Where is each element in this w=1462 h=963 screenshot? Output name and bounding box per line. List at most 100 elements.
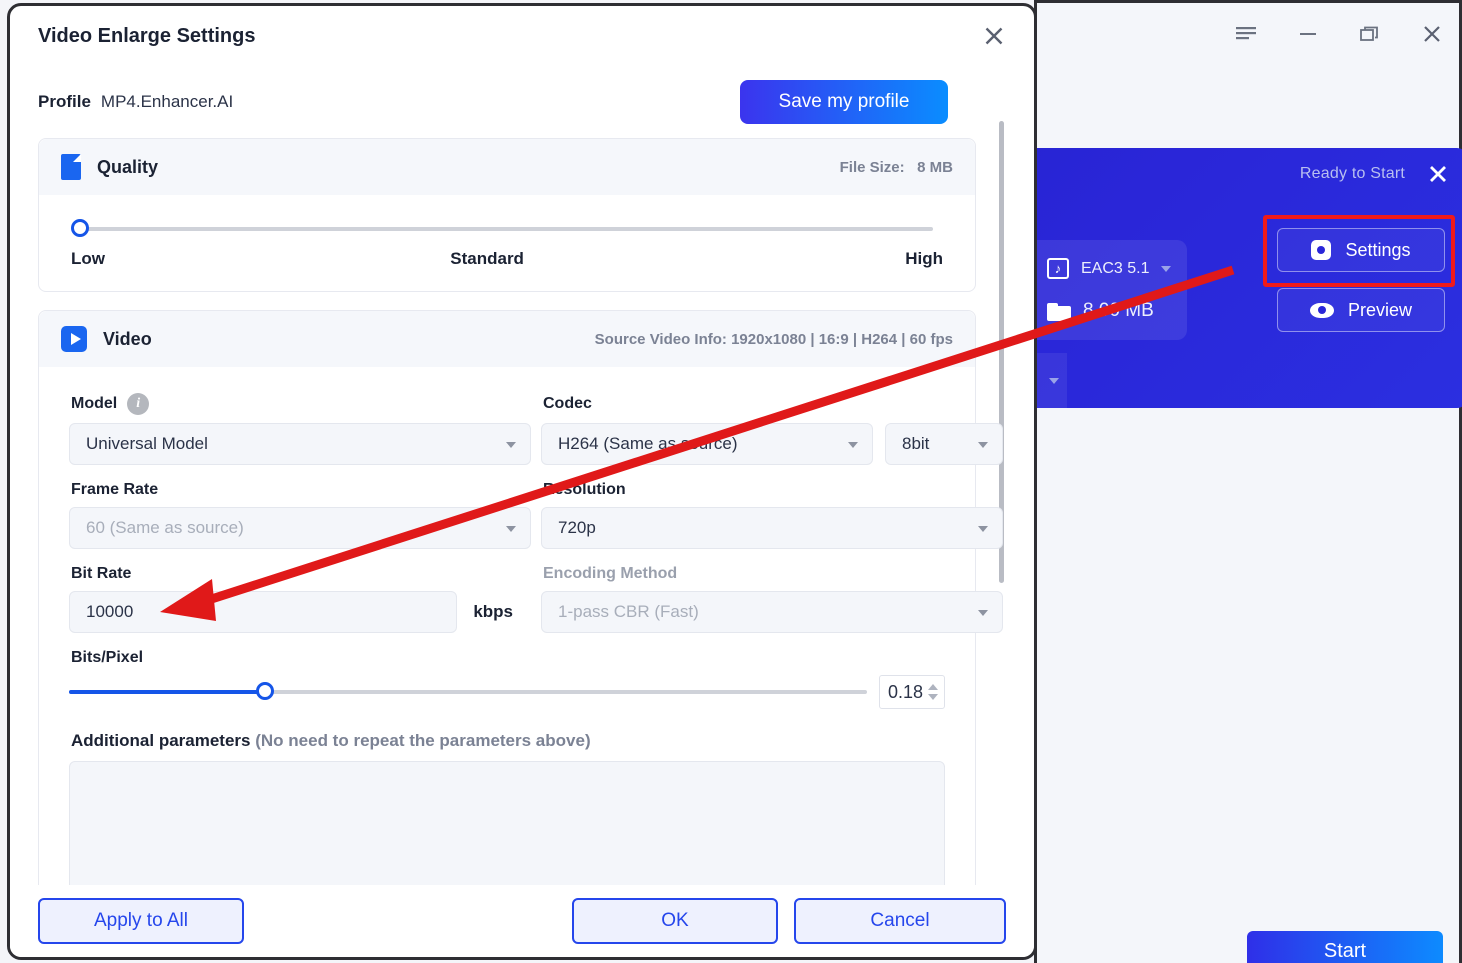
bit-rate-input[interactable] — [69, 591, 458, 633]
bits-pixel-value: 0.18 — [887, 681, 923, 702]
frame-rate-field: 60 (Same as source) — [69, 507, 531, 549]
chevron-down-icon[interactable] — [1161, 265, 1172, 272]
file-size-meta: File Size: 8 MB — [840, 159, 953, 176]
bit-rate-label: Bit Rate — [71, 565, 132, 582]
resolution-value: 720p — [558, 518, 596, 537]
window-close-icon[interactable] — [1415, 17, 1449, 51]
ready-status-row: Ready to Start — [1300, 163, 1449, 185]
bits-pixel-label: Bits/Pixel — [71, 649, 144, 666]
file-size-value: 8.00 MB — [1083, 300, 1154, 321]
ok-button[interactable]: OK — [572, 898, 778, 944]
bit-rate-unit: kbps — [473, 602, 513, 621]
settings-button[interactable]: Settings — [1277, 228, 1445, 272]
dialog-footer: Apply to All OK Cancel — [10, 885, 1034, 957]
card-close-icon[interactable] — [1427, 163, 1449, 185]
file-size-row: 8.00 MB — [1047, 300, 1154, 322]
quality-card-header: Quality File Size: 8 MB — [39, 139, 975, 195]
video-enlarge-settings-dialog: Video Enlarge Settings Profile MP4.Enhan… — [7, 3, 1037, 960]
ready-status-label: Ready to Start — [1299, 165, 1405, 182]
video-card: Video Source Video Info: 1920x1080 | 16:… — [38, 310, 1003, 939]
media-info-pill — [1027, 240, 1187, 340]
bits-pixel-stepper[interactable]: 0.18 — [879, 675, 945, 709]
codec-label: Codec — [543, 395, 592, 412]
chevron-down-icon — [978, 526, 988, 532]
file-size-value: 8 MB — [917, 158, 953, 176]
profile-label: Profile — [38, 92, 91, 111]
model-value: Universal Model — [86, 434, 208, 453]
apply-to-all-button[interactable]: Apply to All — [38, 898, 244, 944]
card-side-actions: Settings Preview — [1277, 228, 1445, 332]
app-window: Ready to Start ♪ EAC3 5.1 8.00 MB Settin… — [527, 0, 1462, 963]
model-label: Model — [71, 395, 118, 412]
quality-title: Quality — [97, 156, 159, 177]
source-video-info: Source Video Info: 1920x1080 | 16:9 | H2… — [594, 330, 953, 348]
quality-slider-handle[interactable] — [71, 219, 89, 237]
dialog-close-icon[interactable] — [978, 20, 1010, 52]
preview-button[interactable]: Preview — [1277, 288, 1445, 332]
audio-info-row[interactable]: ♪ EAC3 5.1 — [1047, 258, 1172, 279]
screen: Ready to Start ♪ EAC3 5.1 8.00 MB Settin… — [0, 0, 1462, 963]
chevron-down-icon — [506, 442, 516, 448]
dialog-scroll-area: Profile MP4.Enhancer.AI Save my profile … — [10, 66, 1034, 939]
minimize-icon[interactable] — [1291, 17, 1325, 51]
encoding-method-select[interactable]: 1-pass CBR (Fast) — [541, 591, 1003, 633]
bit-depth-value: 8bit — [902, 434, 930, 453]
bits-pixel-slider[interactable] — [69, 682, 867, 700]
resolution-label: Resolution — [543, 481, 626, 498]
stepper-down-icon[interactable] — [928, 694, 938, 700]
quality-slider[interactable] — [71, 219, 933, 237]
stepper-up-icon[interactable] — [928, 684, 938, 690]
dialog-title: Video Enlarge Settings — [38, 24, 256, 47]
window-titlebar — [1037, 3, 1459, 65]
start-button-label: Start — [1323, 939, 1367, 962]
frame-rate-label: Frame Rate — [71, 481, 159, 498]
eye-icon — [1309, 302, 1334, 318]
video-play-icon — [61, 326, 87, 352]
video-card-body: Model i Codec Universal Model H264 (Same… — [39, 367, 1003, 938]
profile-row: Profile MP4.Enhancer.AI Save my profile — [38, 66, 976, 138]
model-select[interactable]: Universal Model — [69, 423, 531, 465]
bits-pixel-slider-fill — [69, 690, 265, 694]
start-button[interactable]: Start — [1247, 931, 1443, 963]
file-size-label: File Size: — [839, 158, 905, 176]
encoding-method-label: Encoding Method — [543, 565, 678, 582]
quality-tick-low: Low — [71, 249, 105, 268]
bit-depth-select[interactable]: 8bit — [885, 423, 1003, 465]
quality-slider-ticks: Low Standard High — [69, 249, 945, 269]
hamburger-menu-icon[interactable] — [1229, 17, 1263, 51]
video-fields-grid: Model i Codec Universal Model H264 (Same… — [69, 393, 1003, 649]
chevron-down-icon — [978, 442, 988, 448]
quality-card-body: Low Standard High — [39, 195, 975, 291]
cancel-button[interactable]: Cancel — [794, 898, 1006, 944]
codec-value: H264 (Same as source) — [558, 434, 738, 453]
quality-tick-high: High — [905, 249, 943, 268]
info-icon[interactable]: i — [127, 393, 150, 415]
preview-button-label: Preview — [1347, 299, 1413, 320]
profile-value: MP4.Enhancer.AI — [100, 92, 234, 111]
restore-icon[interactable] — [1353, 17, 1387, 51]
frame-rate-select[interactable]: 60 (Same as source) — [69, 507, 531, 549]
bit-rate-field: kbps — [69, 591, 531, 633]
frame-rate-value: 60 (Same as source) — [86, 518, 244, 537]
chevron-down-icon — [848, 442, 858, 448]
chevron-down-icon — [1049, 378, 1059, 384]
model-field: Universal Model — [69, 423, 531, 465]
codec-select[interactable]: H264 (Same as source) — [541, 423, 873, 465]
resolution-select[interactable]: 720p — [541, 507, 1003, 549]
quality-tick-standard: Standard — [450, 249, 524, 268]
bits-pixel-row: 0.18 — [69, 675, 945, 709]
bits-pixel-slider-handle[interactable] — [255, 682, 274, 700]
save-my-profile-button[interactable]: Save my profile — [740, 80, 948, 124]
folder-icon — [1047, 301, 1071, 321]
chevron-down-icon — [978, 610, 988, 616]
gear-icon — [1311, 240, 1332, 260]
model-label-row: Model i — [71, 393, 531, 415]
music-note-icon: ♪ — [1047, 258, 1069, 279]
settings-button-label: Settings — [1345, 239, 1411, 260]
audio-codec-value: EAC3 5.1 — [1081, 259, 1150, 277]
chevron-down-icon — [506, 526, 516, 532]
encoding-method-field: 1-pass CBR (Fast) — [541, 591, 1003, 633]
additional-parameters-hint: (No need to repeat the parameters above) — [255, 731, 591, 750]
additional-parameters-title: Additional parameters — [71, 731, 251, 750]
video-title: Video — [103, 328, 152, 349]
